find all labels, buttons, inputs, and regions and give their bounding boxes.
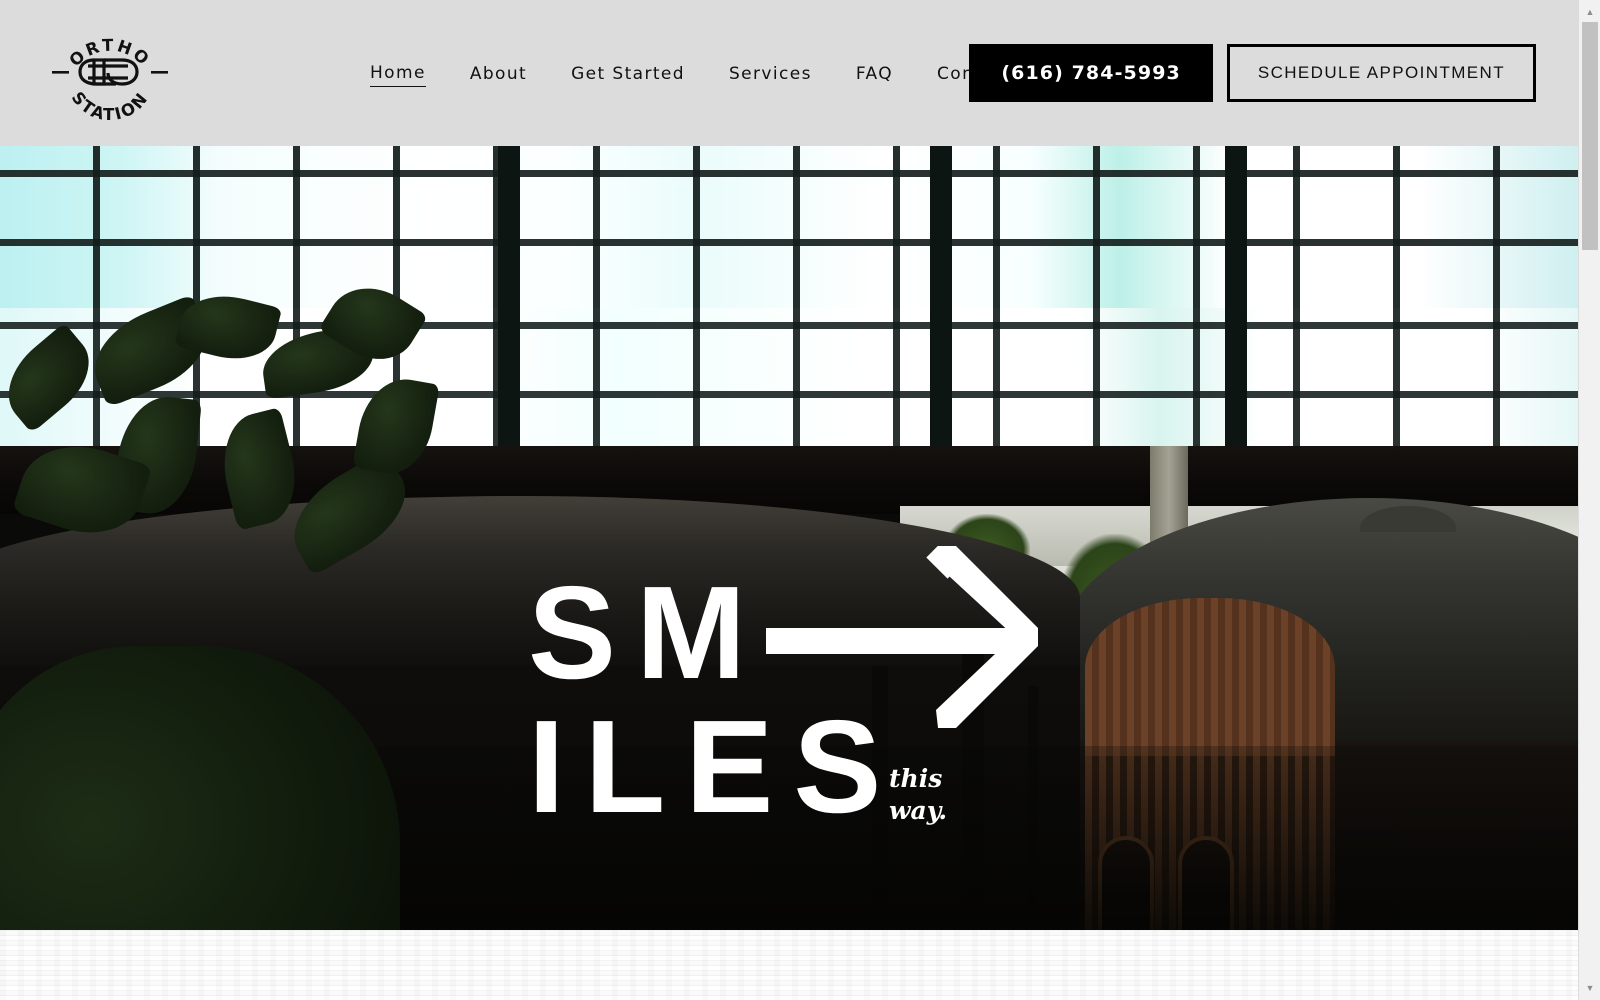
arrow-right-icon: [766, 546, 1042, 742]
nav-item-faq[interactable]: FAQ: [856, 60, 893, 87]
nav-item-services[interactable]: Services: [729, 60, 812, 87]
nav-item-home[interactable]: Home: [370, 59, 426, 87]
main-navigation: Home About Get Started Services FAQ Cont…: [370, 0, 1057, 146]
hero-tagline: this way.: [889, 764, 948, 825]
nav-item-get-started[interactable]: Get Started: [571, 60, 685, 87]
svg-text:STATION: STATION: [68, 88, 153, 124]
header-actions: (616) 784-5993 SCHEDULE APPOINTMENT: [969, 0, 1536, 146]
scrollbar-up-arrow[interactable]: ▲: [1579, 2, 1600, 22]
ortho-station-logo-mark: ORTHO STATION: [52, 36, 168, 124]
site-header: ORTHO STATION Home About Get Started Ser…: [0, 0, 1578, 146]
scrollbar-down-arrow[interactable]: ▼: [1579, 978, 1600, 998]
browser-scrollbar[interactable]: ▲ ▼: [1578, 0, 1600, 1000]
hero-overlay: SM ILES this way.: [0, 146, 1578, 930]
ortho-station-logo[interactable]: ORTHO STATION: [50, 14, 170, 132]
nav-item-about[interactable]: About: [470, 60, 527, 87]
hero-headline-line-1: SM: [528, 559, 766, 706]
phone-button[interactable]: (616) 784-5993: [969, 44, 1213, 102]
schedule-appointment-button[interactable]: SCHEDULE APPOINTMENT: [1226, 44, 1536, 102]
page-root: ORTHO STATION Home About Get Started Ser…: [0, 0, 1600, 1000]
browser-viewport: ORTHO STATION Home About Get Started Ser…: [0, 0, 1578, 1000]
arrow-right-icon-shape: [766, 546, 1038, 728]
scrollbar-thumb[interactable]: [1582, 22, 1598, 250]
hero-section: SM ILES this way.: [0, 146, 1578, 930]
texture-section: [0, 930, 1578, 1000]
